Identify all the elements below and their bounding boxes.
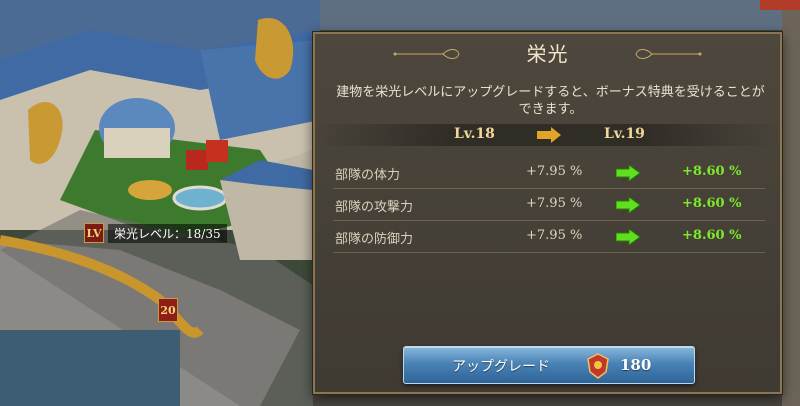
stat-next-value: +8.60 % [682,164,742,179]
upgrade-cost: 180 [620,356,652,374]
upgrade-button[interactable]: アップグレード 180 [403,346,695,384]
stat-name: 部隊の体力 [335,168,401,183]
stat-next-value: +8.60 % [682,196,742,211]
stat-row-attack: 部隊の攻撃力 +7.95 % +8.60 % [333,189,765,221]
glory-level-caption: 栄光レベル： [114,226,187,241]
upgrade-button-label: アップグレード [452,359,550,375]
stat-name: 部隊の防御力 [335,232,414,247]
building-flag-number: 20 [158,298,178,322]
stat-current-value: +7.95 % [526,196,583,211]
stat-current-value: +7.95 % [526,228,583,243]
stats-list: 部隊の体力 +7.95 % +8.60 % 部隊の攻撃力 +7.95 % +8.… [333,157,765,253]
panel-title: 栄光 [526,42,569,66]
glory-level-value: 18/35 [186,226,221,241]
level-to: Lv.19 [604,126,645,142]
green-arrow-icon [616,229,640,245]
gem-crest-icon [587,353,609,379]
panel-description: 建物を栄光レベルにアップグレードすると、ボーナス特典を受けることができます。 [336,85,765,117]
green-arrow-icon [616,197,640,213]
stat-current-value: +7.95 % [526,164,583,179]
stat-name: 部隊の攻撃力 [335,200,414,215]
level-badge-icon: LV [84,223,104,243]
glory-panel: 栄光 建物を栄光レベルにアップグレードすると、ボーナス特典を受けることができます… [313,32,782,394]
stat-next-value: +8.60 % [682,228,742,243]
stat-row-health: 部隊の体力 +7.95 % +8.60 % [333,157,765,189]
level-from: Lv.18 [454,126,495,142]
title-ornament-right-icon [635,49,702,59]
stat-row-defense: 部隊の防御力 +7.95 % +8.60 % [333,221,765,253]
green-arrow-icon [616,165,640,181]
glory-level-label: 栄光レベル：18/35 [108,223,227,243]
level-transition: Lv.18 Lv.19 [315,124,780,146]
level-arrow-icon [537,127,561,143]
glory-level-tag[interactable]: LV 栄光レベル：18/35 [84,223,227,243]
